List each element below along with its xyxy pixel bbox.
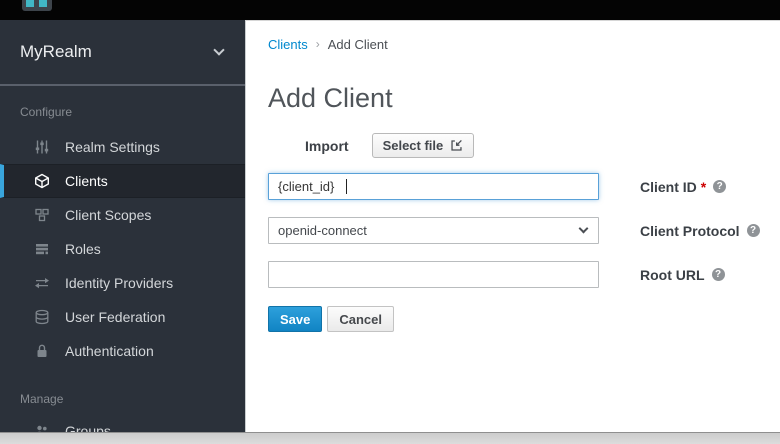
- sidebar-item-groups[interactable]: Groups: [0, 414, 245, 432]
- page-title: Add Client: [268, 83, 780, 113]
- help-icon[interactable]: ?: [713, 180, 726, 193]
- label-text: Client ID: [640, 179, 697, 195]
- cube-icon: [33, 173, 51, 189]
- label-text: Client Protocol: [640, 223, 740, 239]
- sidebar-item-label: Groups: [65, 423, 111, 432]
- save-button[interactable]: Save: [268, 306, 322, 332]
- realm-selector[interactable]: MyRealm: [0, 20, 245, 86]
- select-file-label: Select file: [383, 138, 444, 153]
- sidebar-item-authentication[interactable]: Authentication: [0, 334, 245, 368]
- import-row: Import Select file: [268, 133, 780, 158]
- configure-section: Configure Realm Settings Clients Client …: [0, 105, 245, 368]
- breadcrumb: Clients › Add Client: [268, 36, 780, 52]
- breadcrumb-link-clients[interactable]: Clients: [268, 37, 308, 52]
- sidebar-item-realm-settings[interactable]: Realm Settings: [0, 130, 245, 164]
- window-bottom-edge: [0, 432, 780, 444]
- client-id-input[interactable]: [268, 173, 599, 200]
- sidebar-item-roles[interactable]: Roles: [0, 232, 245, 266]
- cubes-icon: [33, 207, 51, 223]
- root-url-label: Root URL ?: [640, 267, 725, 283]
- cancel-button[interactable]: Cancel: [327, 306, 394, 332]
- section-label-configure: Configure: [20, 105, 225, 119]
- root-url-row: Root URL ?: [268, 261, 780, 288]
- root-url-input[interactable]: [268, 261, 599, 288]
- import-file-icon: [450, 139, 463, 152]
- database-icon: [33, 309, 51, 325]
- sidebar-item-label: Authentication: [65, 343, 154, 359]
- top-navbar: [0, 0, 780, 20]
- label-text: Root URL: [640, 267, 705, 283]
- client-protocol-label: Client Protocol ?: [640, 223, 760, 239]
- exchange-arrows-icon: [33, 275, 51, 291]
- sidebar-item-label: Clients: [65, 173, 108, 189]
- section-label-manage: Manage: [20, 392, 225, 406]
- keycloak-admin-console: MyRealm Configure Realm Settings Clients: [0, 0, 780, 444]
- breadcrumb-separator: ›: [316, 37, 320, 51]
- manage-section: Manage Groups: [0, 392, 245, 432]
- breadcrumb-current: Add Client: [328, 37, 388, 52]
- sidebar-item-label: Identity Providers: [65, 275, 173, 291]
- client-id-row: Client ID * ?: [268, 173, 780, 200]
- form-actions: Save Cancel: [268, 306, 780, 332]
- client-protocol-select[interactable]: openid-connect: [268, 217, 599, 244]
- chevron-down-icon: [213, 44, 224, 55]
- client-id-label: Client ID * ?: [640, 179, 726, 195]
- logo-square: [26, 0, 34, 7]
- sidebar-nav: MyRealm Configure Realm Settings Clients: [0, 20, 245, 432]
- users-icon: [33, 423, 51, 432]
- sidebar-item-label: Roles: [65, 241, 101, 257]
- sidebar-item-label: Client Scopes: [65, 207, 151, 223]
- text-cursor: [346, 179, 347, 194]
- lock-icon: [33, 343, 51, 359]
- realm-name: MyRealm: [20, 42, 92, 62]
- keycloak-logo: [22, 0, 52, 11]
- sidebar-item-identity-providers[interactable]: Identity Providers: [0, 266, 245, 300]
- client-protocol-row: openid-connect Client Protocol ?: [268, 217, 780, 244]
- help-icon[interactable]: ?: [712, 268, 725, 281]
- required-asterisk: *: [701, 179, 706, 195]
- sidebar-item-user-federation[interactable]: User Federation: [0, 300, 245, 334]
- help-icon[interactable]: ?: [747, 224, 760, 237]
- sidebar-item-label: User Federation: [65, 309, 165, 325]
- logo-square: [39, 0, 47, 7]
- roles-icon: [33, 241, 51, 257]
- select-file-button[interactable]: Select file: [372, 133, 475, 158]
- main-content: Clients › Add Client Add Client Import S…: [245, 20, 780, 432]
- sidebar-item-clients[interactable]: Clients: [0, 164, 245, 198]
- sidebar-item-label: Realm Settings: [65, 139, 160, 155]
- import-label: Import: [305, 138, 349, 154]
- sliders-icon: [33, 139, 51, 155]
- sidebar-item-client-scopes[interactable]: Client Scopes: [0, 198, 245, 232]
